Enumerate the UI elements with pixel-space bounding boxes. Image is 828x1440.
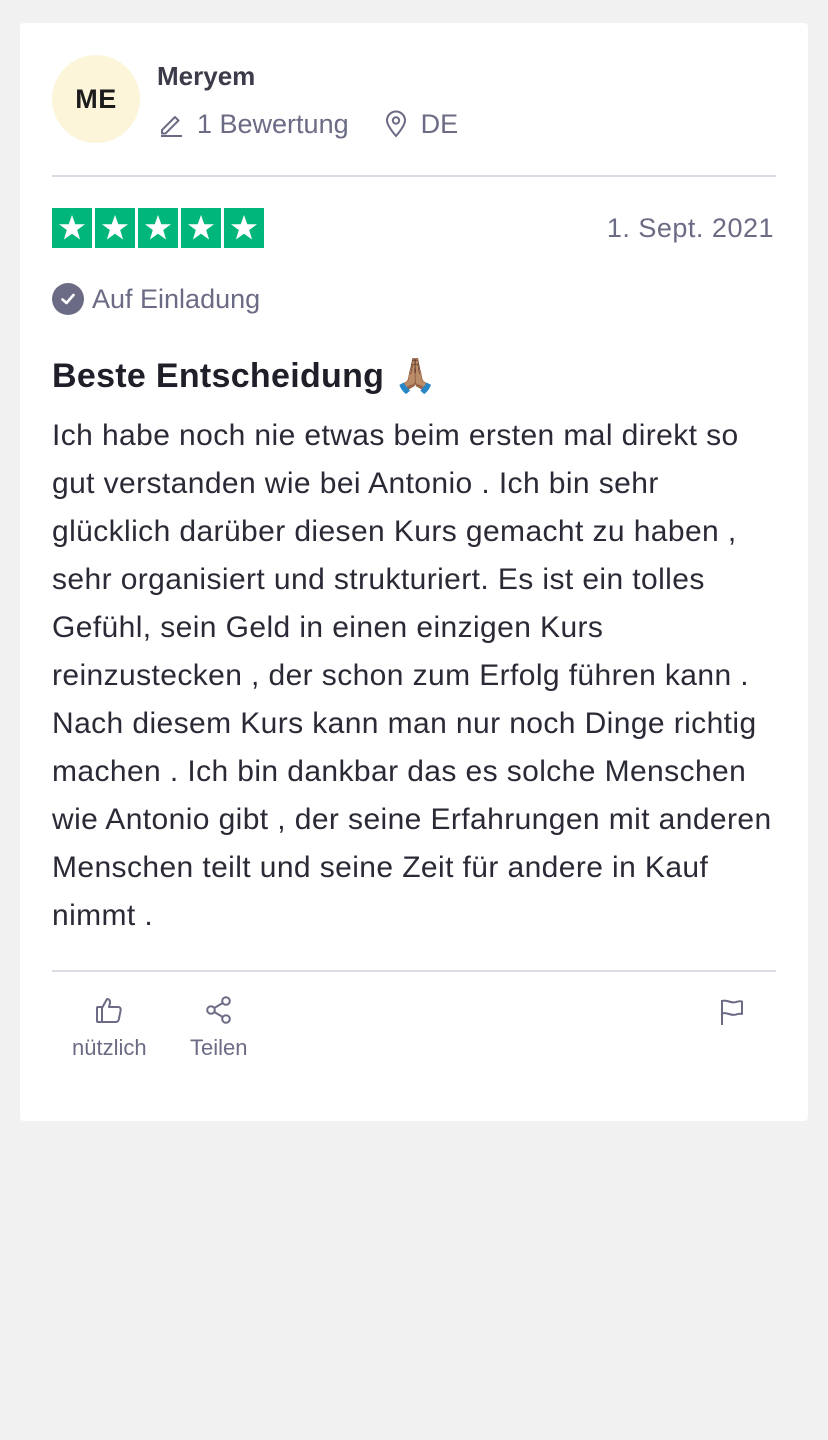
reviewer-meta: 1 Bewertung DE xyxy=(157,107,458,141)
review-count: 1 Bewertung xyxy=(157,109,349,140)
check-circle-icon xyxy=(52,283,84,315)
pencil-icon xyxy=(161,116,182,137)
useful-button[interactable]: nützlich xyxy=(72,995,147,1061)
avatar[interactable]: ME xyxy=(52,55,140,143)
review-card: ME Meryem 1 Bewertung DE 1. Sept. 2021 A… xyxy=(20,23,808,1121)
star-icon xyxy=(181,208,221,248)
star-icon xyxy=(95,208,135,248)
review-count-label: 1 Bewertung xyxy=(197,108,349,139)
flag-icon xyxy=(721,999,743,1025)
star-icon xyxy=(52,208,92,248)
review-text: Ich habe noch nie etwas beim ersten mal … xyxy=(52,419,772,932)
invited-label: Auf Einladung xyxy=(92,283,261,314)
review-date: 1. Sept. 2021 xyxy=(606,213,774,243)
location-pin-icon xyxy=(385,110,406,138)
avatar-initials: ME xyxy=(75,83,117,114)
reviewer-name[interactable]: Meryem xyxy=(157,61,255,92)
star-icon xyxy=(224,208,264,248)
report-button[interactable] xyxy=(718,997,746,1032)
country-label: DE xyxy=(420,108,459,139)
review-title: Beste Entscheidung 🙏🏽 xyxy=(52,357,437,395)
reviewer-country: DE xyxy=(383,108,459,140)
star-icon xyxy=(138,208,178,248)
divider xyxy=(52,175,776,177)
useful-label: nützlich xyxy=(72,1035,147,1060)
share-icon xyxy=(205,996,231,1024)
share-label: Teilen xyxy=(190,1035,248,1060)
thumbs-up-icon xyxy=(96,998,122,1023)
invited-badge[interactable]: Auf Einladung xyxy=(52,283,260,315)
share-button[interactable]: Teilen xyxy=(190,995,247,1061)
divider xyxy=(52,970,776,972)
star-rating xyxy=(52,208,264,248)
